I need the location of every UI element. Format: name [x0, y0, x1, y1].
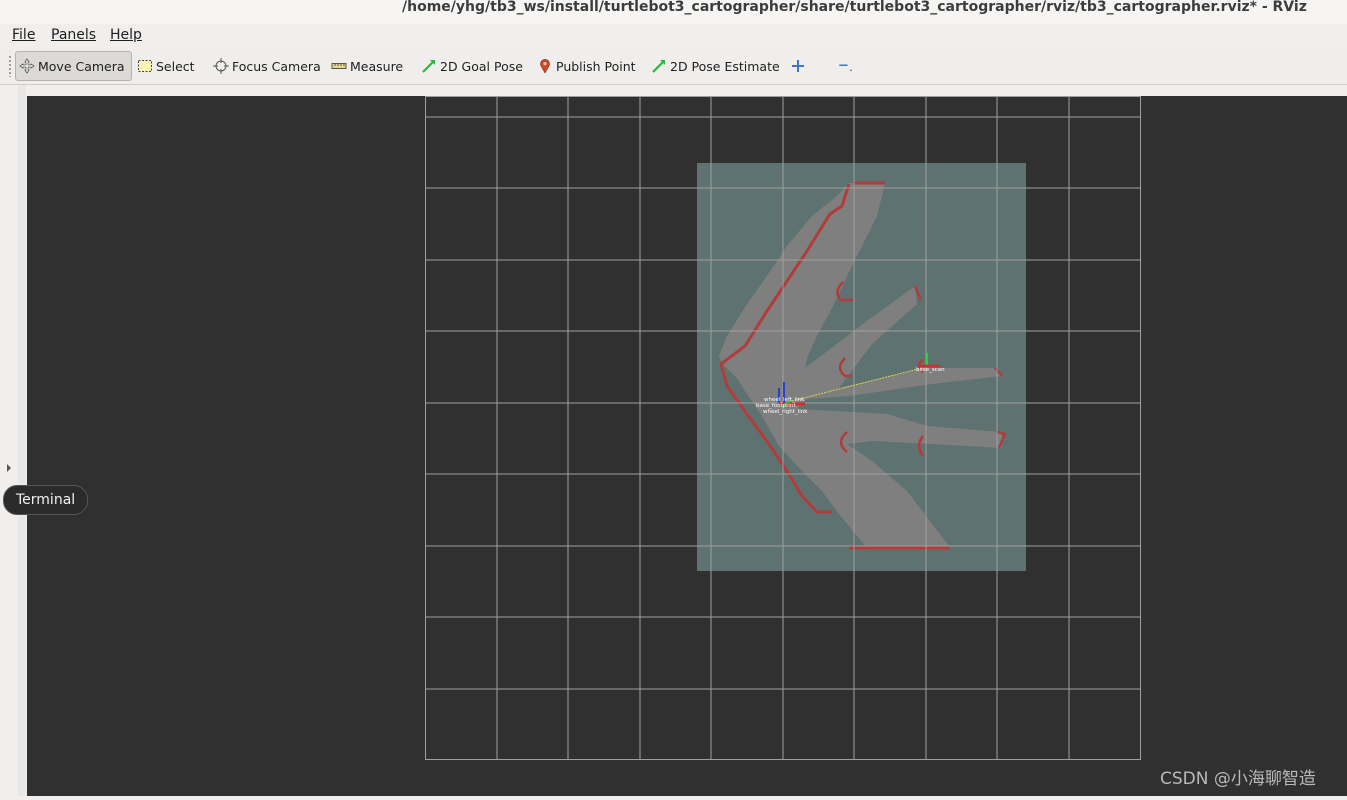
select-label: Select [156, 58, 195, 74]
viewport-top-border [27, 85, 1347, 96]
tools-toolbar: Move Camera Select Focus Camera Measure … [0, 49, 1347, 85]
goal-pose-button[interactable]: 2D Goal Pose [420, 51, 523, 81]
terminal-tooltip[interactable]: Terminal [3, 485, 89, 515]
frame-label-base-scan: base_scan [916, 367, 945, 373]
expand-panel-arrow-icon[interactable] [7, 464, 11, 472]
focus-camera-icon [212, 57, 230, 75]
measure-button[interactable]: Measure [330, 51, 403, 81]
plus-icon [789, 57, 807, 75]
remove-tool-button[interactable] [837, 51, 857, 81]
menu-panels-label: Panels [51, 27, 97, 43]
goal-pose-label: 2D Goal Pose [440, 58, 523, 74]
grid [425, 96, 1141, 760]
publish-point-button[interactable]: Publish Point [536, 51, 636, 81]
render-viewport[interactable]: wheel_left_link base_footprint wheel_rig… [27, 96, 1347, 796]
left-panel-collapsed[interactable] [0, 85, 19, 796]
window-title: /home/yhg/tb3_ws/install/turtlebot3_cart… [402, 0, 1307, 15]
menu-bar: File Panels Help [0, 24, 1347, 48]
green-arrow-icon [650, 57, 668, 75]
move-camera-label: Move Camera [38, 58, 125, 74]
watermark-text: CSDN @小海聊智造 [1160, 769, 1316, 789]
panel-splitter[interactable] [18, 85, 26, 796]
select-button[interactable]: Select [136, 51, 195, 81]
menu-panels[interactable]: Panels [51, 27, 96, 43]
menu-help[interactable]: Help [110, 27, 142, 43]
select-icon [136, 57, 154, 75]
frame-label-wheel-right: wheel_right_link [763, 409, 808, 415]
move-camera-button[interactable]: Move Camera [15, 51, 132, 81]
menu-file[interactable]: File [12, 27, 35, 43]
focus-camera-button[interactable]: Focus Camera [212, 51, 321, 81]
menu-file-label: File [12, 27, 36, 43]
green-arrow-icon [420, 57, 438, 75]
pose-estimate-button[interactable]: 2D Pose Estimate [650, 51, 780, 81]
minus-icon [837, 57, 855, 75]
window-titlebar: /home/yhg/tb3_ws/install/turtlebot3_cart… [0, 0, 1347, 25]
focus-camera-label: Focus Camera [232, 58, 321, 74]
move-camera-icon [18, 57, 36, 75]
viewport-canvas[interactable]: wheel_left_link base_footprint wheel_rig… [27, 96, 1347, 796]
ruler-icon [330, 57, 348, 75]
publish-point-label: Publish Point [556, 58, 636, 74]
pose-estimate-label: 2D Pose Estimate [670, 58, 780, 74]
measure-label: Measure [350, 58, 404, 74]
toolbar-grip-handle[interactable] [8, 55, 12, 77]
add-tool-button[interactable] [789, 51, 809, 81]
menu-help-label: Help [110, 27, 142, 43]
map-pin-icon [536, 57, 554, 75]
